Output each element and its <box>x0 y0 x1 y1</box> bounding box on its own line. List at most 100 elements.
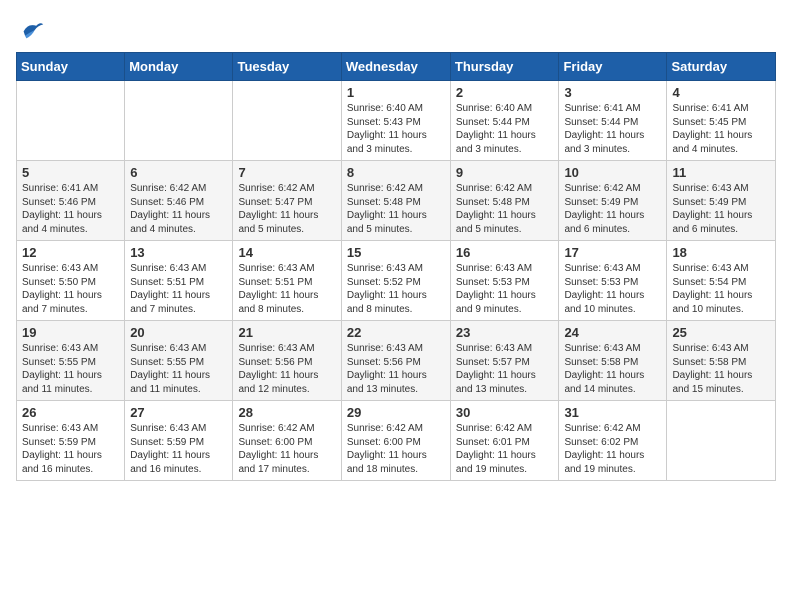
calendar-cell: 12 Sunrise: 6:43 AMSunset: 5:50 PMDayligh… <box>17 241 125 321</box>
cell-content: Sunrise: 6:40 AMSunset: 5:43 PMDaylight:… <box>347 102 445 156</box>
calendar-cell: 3Sunrise: 6:41 AMSunset: 5:44 PMDaylight… <box>559 81 667 161</box>
calendar-cell: 31 Sunrise: 6:42 AMSunset: 6:02 PMDayligh… <box>559 401 667 481</box>
calendar-cell: 22 Sunrise: 6:43 AMSunset: 5:56 PMDayligh… <box>341 321 450 401</box>
calendar-cell: 14 Sunrise: 6:43 AMSunset: 5:51 PMDayligh… <box>233 241 341 321</box>
calendar-cell: 21 Sunrise: 6:43 AMSunset: 5:56 PMDayligh… <box>233 321 341 401</box>
day-number: 14 <box>238 245 335 260</box>
cell-content: Sunrise: 6:43 AMSunset: 5:53 PMDaylight:… <box>564 262 661 316</box>
cell-content: Sunrise: 6:43 AMSunset: 5:52 PMDaylight:… <box>347 262 445 316</box>
day-number: 7 <box>238 165 335 180</box>
calendar-cell: 1 Sunrise: 6:40 AMSunset: 5:43 PMDaylight… <box>341 81 450 161</box>
cell-content: Sunrise: 6:41 AMSunset: 5:45 PMDaylight:… <box>672 102 770 156</box>
cell-content: Sunrise: 6:43 AMSunset: 5:49 PMDaylight:… <box>672 182 770 236</box>
day-number: 6 <box>130 165 227 180</box>
day-number: 20 <box>130 325 227 340</box>
day-number: 22 <box>347 325 445 340</box>
cell-content: Sunrise: 6:43 AMSunset: 5:50 PMDaylight:… <box>22 262 119 316</box>
cell-content: Sunrise: 6:42 AMSunset: 5:47 PMDaylight:… <box>238 182 335 236</box>
week-row-3: 12 Sunrise: 6:43 AMSunset: 5:50 PMDayligh… <box>17 241 776 321</box>
day-number: 19 <box>22 325 119 340</box>
calendar-cell: 13Sunrise: 6:43 AMSunset: 5:51 PMDayligh… <box>125 241 233 321</box>
cell-content: Sunrise: 6:42 AMSunset: 5:48 PMDaylight:… <box>347 182 445 236</box>
calendar-cell <box>233 81 341 161</box>
cell-content: Sunrise: 6:43 AMSunset: 5:56 PMDaylight:… <box>347 342 445 396</box>
cell-content: Sunrise: 6:42 AMSunset: 6:01 PMDaylight:… <box>456 422 554 476</box>
week-row-5: 26 Sunrise: 6:43 AMSunset: 5:59 PMDayligh… <box>17 401 776 481</box>
calendar-cell: 10 Sunrise: 6:42 AMSunset: 5:49 PMDayligh… <box>559 161 667 241</box>
cell-content: Sunrise: 6:42 AMSunset: 5:46 PMDaylight:… <box>130 182 227 236</box>
day-number: 1 <box>347 85 445 100</box>
calendar-cell: 27Sunrise: 6:43 AMSunset: 5:59 PMDayligh… <box>125 401 233 481</box>
day-number: 23 <box>456 325 554 340</box>
day-number: 12 <box>22 245 119 260</box>
cell-content: Sunrise: 6:43 AMSunset: 5:56 PMDaylight:… <box>238 342 335 396</box>
day-number: 10 <box>564 165 661 180</box>
calendar-cell: 9 Sunrise: 6:42 AMSunset: 5:48 PMDaylight… <box>450 161 559 241</box>
cell-content: Sunrise: 6:43 AMSunset: 5:58 PMDaylight:… <box>564 342 661 396</box>
cell-content: Sunrise: 6:40 AMSunset: 5:44 PMDaylight:… <box>456 102 554 156</box>
cell-content: Sunrise: 6:42 AMSunset: 6:00 PMDaylight:… <box>238 422 335 476</box>
day-number: 16 <box>456 245 554 260</box>
calendar-cell: 5 Sunrise: 6:41 AMSunset: 5:46 PMDaylight… <box>17 161 125 241</box>
day-number: 15 <box>347 245 445 260</box>
header-row: SundayMondayTuesdayWednesdayThursdayFrid… <box>17 53 776 81</box>
header-day-tuesday: Tuesday <box>233 53 341 81</box>
header-day-thursday: Thursday <box>450 53 559 81</box>
header-day-monday: Monday <box>125 53 233 81</box>
calendar-cell: 19 Sunrise: 6:43 AMSunset: 5:55 PMDayligh… <box>17 321 125 401</box>
cell-content: Sunrise: 6:43 AMSunset: 5:51 PMDaylight:… <box>238 262 335 316</box>
cell-content: Sunrise: 6:43 AMSunset: 5:59 PMDaylight:… <box>22 422 119 476</box>
calendar-cell: 6 Sunrise: 6:42 AMSunset: 5:46 PMDaylight… <box>125 161 233 241</box>
cell-content: Sunrise: 6:42 AMSunset: 6:00 PMDaylight:… <box>347 422 445 476</box>
day-number: 26 <box>22 405 119 420</box>
calendar-cell: 25 Sunrise: 6:43 AMSunset: 5:58 PMDayligh… <box>667 321 776 401</box>
calendar-cell: 4Sunrise: 6:41 AMSunset: 5:45 PMDaylight… <box>667 81 776 161</box>
calendar-cell: 17 Sunrise: 6:43 AMSunset: 5:53 PMDayligh… <box>559 241 667 321</box>
calendar-cell: 7 Sunrise: 6:42 AMSunset: 5:47 PMDaylight… <box>233 161 341 241</box>
page-header <box>16 16 776 44</box>
cell-content: Sunrise: 6:42 AMSunset: 6:02 PMDaylight:… <box>564 422 661 476</box>
calendar-cell: 20 Sunrise: 6:43 AMSunset: 5:55 PMDayligh… <box>125 321 233 401</box>
calendar-cell <box>17 81 125 161</box>
day-number: 31 <box>564 405 661 420</box>
logo-bird-icon <box>18 16 46 44</box>
calendar-cell <box>125 81 233 161</box>
day-number: 27 <box>130 405 227 420</box>
calendar-cell <box>667 401 776 481</box>
day-number: 30 <box>456 405 554 420</box>
header-day-saturday: Saturday <box>667 53 776 81</box>
cell-content: Sunrise: 6:43 AMSunset: 5:55 PMDaylight:… <box>22 342 119 396</box>
week-row-4: 19 Sunrise: 6:43 AMSunset: 5:55 PMDayligh… <box>17 321 776 401</box>
day-number: 5 <box>22 165 119 180</box>
header-day-sunday: Sunday <box>17 53 125 81</box>
calendar-cell: 28 Sunrise: 6:42 AMSunset: 6:00 PMDayligh… <box>233 401 341 481</box>
calendar-cell: 30 Sunrise: 6:42 AMSunset: 6:01 PMDayligh… <box>450 401 559 481</box>
calendar-cell: 26 Sunrise: 6:43 AMSunset: 5:59 PMDayligh… <box>17 401 125 481</box>
day-number: 8 <box>347 165 445 180</box>
calendar-cell: 29Sunrise: 6:42 AMSunset: 6:00 PMDayligh… <box>341 401 450 481</box>
header-day-wednesday: Wednesday <box>341 53 450 81</box>
cell-content: Sunrise: 6:43 AMSunset: 5:55 PMDaylight:… <box>130 342 227 396</box>
day-number: 3 <box>564 85 661 100</box>
calendar-cell: 11 Sunrise: 6:43 AMSunset: 5:49 PMDayligh… <box>667 161 776 241</box>
calendar-cell: 16 Sunrise: 6:43 AMSunset: 5:53 PMDayligh… <box>450 241 559 321</box>
calendar-cell: 15 Sunrise: 6:43 AMSunset: 5:52 PMDayligh… <box>341 241 450 321</box>
day-number: 11 <box>672 165 770 180</box>
cell-content: Sunrise: 6:43 AMSunset: 5:57 PMDaylight:… <box>456 342 554 396</box>
day-number: 28 <box>238 405 335 420</box>
cell-content: Sunrise: 6:43 AMSunset: 5:58 PMDaylight:… <box>672 342 770 396</box>
cell-content: Sunrise: 6:43 AMSunset: 5:53 PMDaylight:… <box>456 262 554 316</box>
cell-content: Sunrise: 6:42 AMSunset: 5:49 PMDaylight:… <box>564 182 661 236</box>
cell-content: Sunrise: 6:42 AMSunset: 5:48 PMDaylight:… <box>456 182 554 236</box>
week-row-2: 5 Sunrise: 6:41 AMSunset: 5:46 PMDaylight… <box>17 161 776 241</box>
calendar-table: SundayMondayTuesdayWednesdayThursdayFrid… <box>16 52 776 481</box>
calendar-cell: 8 Sunrise: 6:42 AMSunset: 5:48 PMDaylight… <box>341 161 450 241</box>
calendar-cell: 2Sunrise: 6:40 AMSunset: 5:44 PMDaylight… <box>450 81 559 161</box>
cell-content: Sunrise: 6:41 AMSunset: 5:46 PMDaylight:… <box>22 182 119 236</box>
day-number: 21 <box>238 325 335 340</box>
week-row-1: 1 Sunrise: 6:40 AMSunset: 5:43 PMDaylight… <box>17 81 776 161</box>
calendar-cell: 23 Sunrise: 6:43 AMSunset: 5:57 PMDayligh… <box>450 321 559 401</box>
day-number: 17 <box>564 245 661 260</box>
day-number: 25 <box>672 325 770 340</box>
day-number: 9 <box>456 165 554 180</box>
